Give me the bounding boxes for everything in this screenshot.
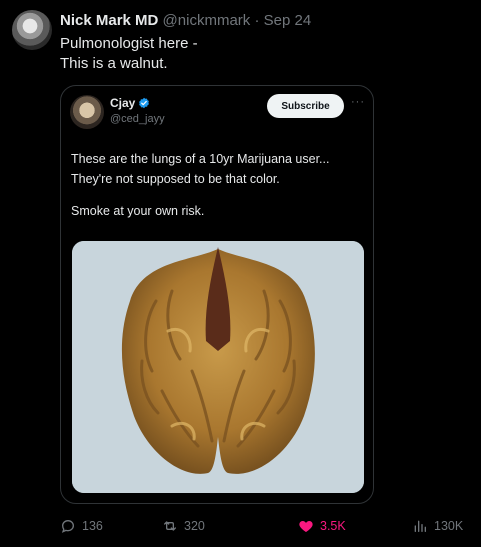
views-icon (414, 520, 426, 532)
author-avatar[interactable] (12, 10, 52, 50)
reply-count: 136 (82, 519, 103, 533)
repost-icon (164, 521, 176, 531)
quoted-author-handle[interactable]: @ced_jayy (110, 112, 165, 126)
like-action[interactable]: 3.5K (298, 518, 346, 534)
tweet-actions: 136 320 3.5K 130K (60, 518, 470, 536)
like-count: 3.5K (320, 519, 346, 533)
heart-icon (299, 521, 313, 532)
quoted-author-name[interactable]: Cjay (110, 96, 135, 110)
verified-badge-icon (139, 97, 150, 109)
repost-action[interactable]: 320 (162, 518, 205, 534)
tweet-date[interactable]: Sep 24 (264, 12, 312, 29)
reply-action[interactable]: 136 (60, 518, 103, 534)
quoted-tweet[interactable]: Cjay @ced_jayy Subscribe ··· These are t… (60, 85, 374, 504)
tweet-text-line: This is a walnut. (60, 55, 168, 72)
quoted-tweet-text: These are the lungs of a 10yr Marijuana … (71, 149, 366, 221)
walnut-illustration (72, 241, 364, 493)
subscribe-button[interactable]: Subscribe (267, 94, 344, 118)
repost-count: 320 (184, 519, 205, 533)
author-name[interactable]: Nick Mark MD (60, 12, 158, 29)
quoted-text-line: They're not supposed to be that color. (71, 172, 280, 186)
quoted-author-name-row: Cjay (110, 96, 150, 111)
quoted-author-avatar[interactable] (70, 95, 104, 129)
quoted-text-line: Smoke at your own risk. (71, 204, 205, 218)
tweet-text-line: Pulmonologist here - (60, 35, 198, 52)
quoted-text-line: These are the lungs of a 10yr Marijuana … (71, 152, 330, 166)
separator: · (254, 12, 260, 29)
more-options-icon[interactable]: ··· (351, 96, 365, 108)
reply-icon (61, 519, 75, 533)
author-handle[interactable]: @nickmmark (163, 12, 251, 29)
tweet-header: Nick Mark MD @nickmmark · Sep 24 (60, 12, 311, 30)
tweet-text: Pulmonologist here - This is a walnut. (60, 34, 198, 74)
walnut-photo[interactable] (72, 241, 364, 493)
views-action[interactable]: 130K (412, 518, 463, 534)
views-count: 130K (434, 519, 464, 533)
